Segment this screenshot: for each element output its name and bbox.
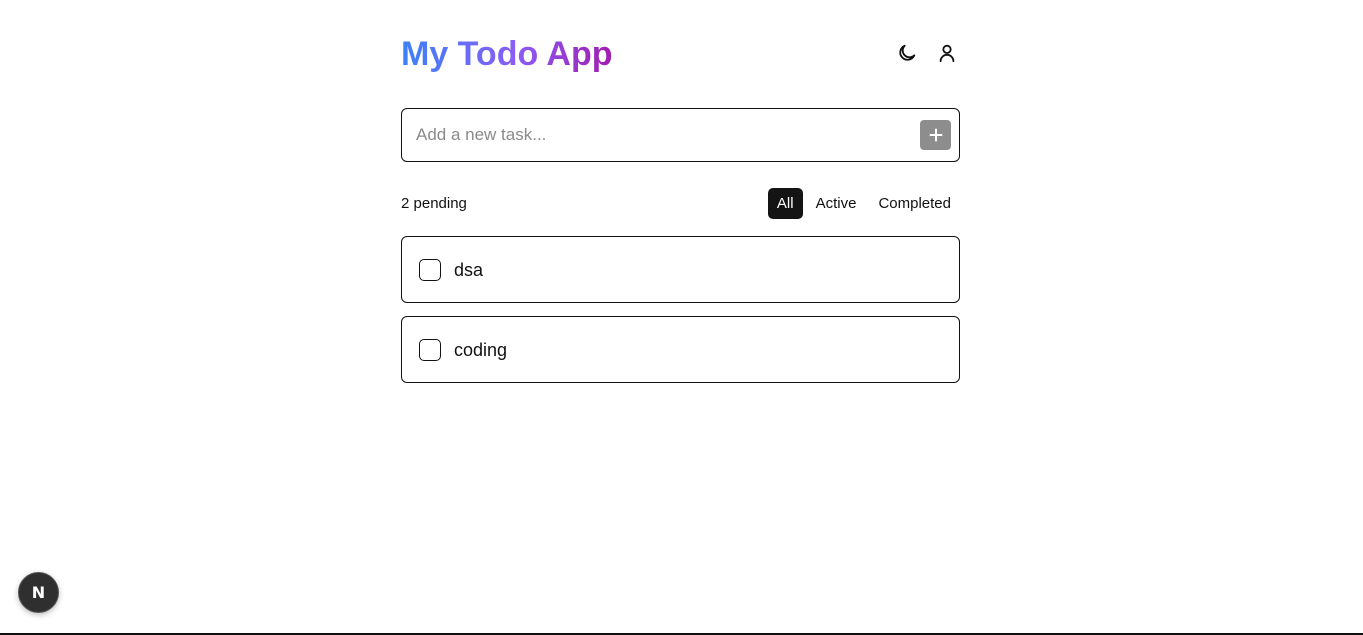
todo-app-page: My Todo App Add a new task... 2 pending … [0,0,1363,635]
todo-text: coding [454,339,508,360]
new-task-input[interactable] [402,109,902,161]
todo-checkbox[interactable] [419,258,441,281]
plus-icon [929,128,942,142]
todo-checkbox[interactable] [419,338,441,361]
header-actions [894,40,960,66]
nextjs-dev-badge[interactable]: N [18,572,59,613]
filter-tab-all[interactable]: All [767,188,803,219]
filter-tabs: All Active Completed [767,188,960,219]
theme-toggle-button[interactable] [894,40,920,66]
todo-text: dsa [454,259,484,280]
user-icon [939,44,955,63]
moon-icon [899,44,916,61]
pending-count: 2 pending [401,195,467,212]
nextjs-icon: N [31,582,46,602]
account-button[interactable] [934,40,960,66]
filter-tab-active[interactable]: Active [807,188,866,219]
page-title: My Todo App [401,35,613,73]
add-task-button[interactable] [920,120,951,150]
todo-list: dsa coding [401,236,960,383]
new-task-form [401,108,960,162]
todo-item: dsa [401,236,960,303]
todo-item: coding [401,316,960,383]
app-container: My Todo App Add a new task... 2 pending … [401,0,960,383]
filter-tab-completed[interactable]: Completed [869,188,960,219]
app-header: My Todo App [401,0,960,108]
status-filter-row: 2 pending All Active Completed [401,162,960,236]
